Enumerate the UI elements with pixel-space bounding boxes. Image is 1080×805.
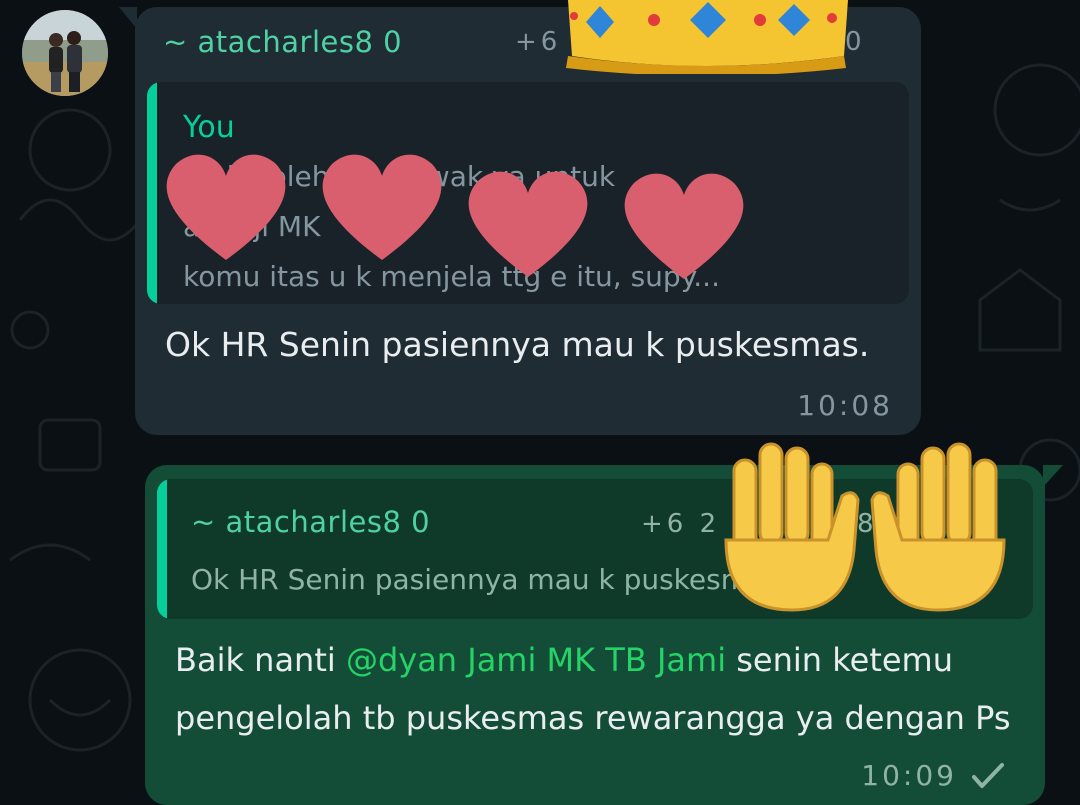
double-check-icon: [972, 763, 1004, 788]
quoted-author: ~ atacharles8 0: [191, 505, 431, 539]
message-text-line-1: Baik nanti @dyan Jami MK TB Jami senin k…: [175, 641, 953, 679]
heart-icon: [166, 154, 286, 260]
text-suffix: senin ketemu: [726, 641, 953, 679]
message-time: 10:08: [797, 389, 893, 422]
sender-name[interactable]: ~ atacharles8 0: [163, 25, 402, 59]
message-text: Ok HR Senin pasiennya mau k puskesmas.: [165, 325, 870, 364]
contact-avatar[interactable]: [22, 10, 108, 96]
message-time: 10:09: [861, 759, 957, 792]
message-text-line-2: pengelolah tb puskesmas rewarangga ya de…: [175, 699, 1011, 737]
mention-link[interactable]: @dyan Jami MK TB Jami: [346, 641, 726, 679]
quoted-author: You: [183, 110, 235, 145]
quoted-text: Ok HR Senin pasiennya mau k puskesmas.: [191, 563, 789, 596]
quoted-phone: +6 2: [641, 509, 721, 539]
heart-icon: [322, 154, 442, 260]
quote-accent-bar: [157, 479, 167, 619]
crown-icon: [566, 0, 848, 74]
text-prefix: Baik nanti: [175, 641, 346, 679]
raised-hand-icon: [724, 442, 860, 612]
raised-hand-icon: [870, 442, 1006, 612]
heart-icon: [624, 173, 744, 279]
heart-icon: [468, 171, 588, 277]
